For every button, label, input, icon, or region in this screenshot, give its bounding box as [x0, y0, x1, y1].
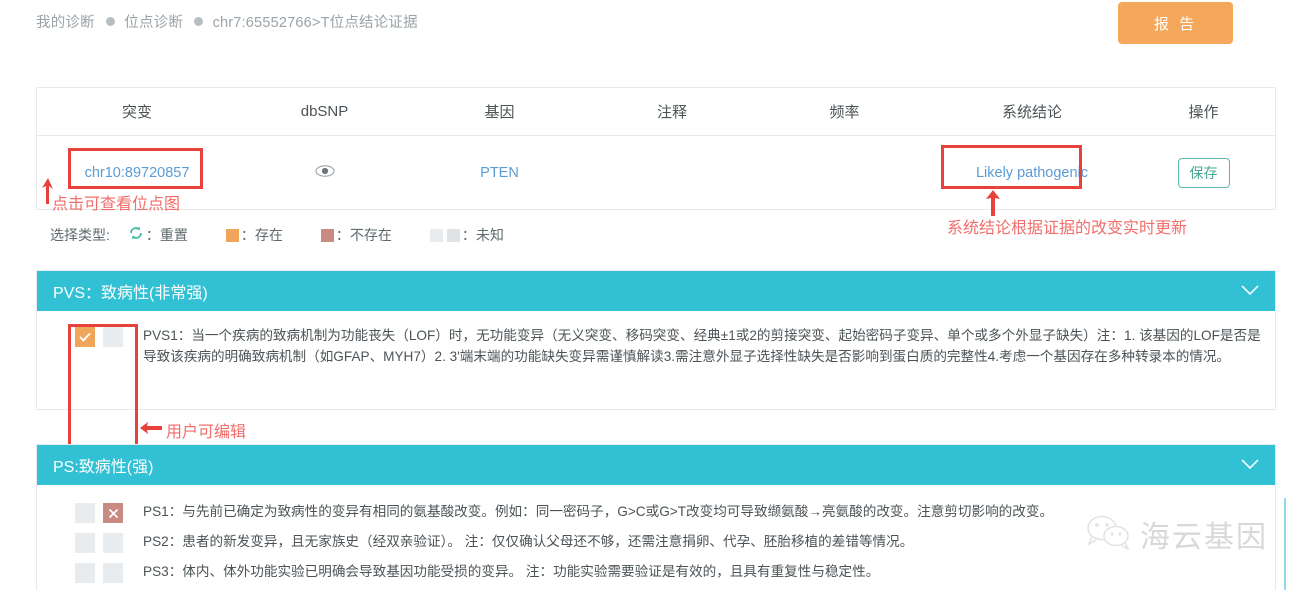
legend-swatch-exist — [225, 228, 239, 242]
breadcrumb-item-1[interactable]: 位点诊断 — [124, 15, 183, 31]
panel-ps: PS:致病性(强) PS1：与先前已确定为致病性的变异有相同的氨基酸改变。例如： — [36, 444, 1276, 590]
column-header-action: 操作 — [1188, 104, 1219, 121]
column-header-frequency: 频率 — [829, 104, 860, 121]
evidence-row-pvs1: PVS1：当一个疾病的致病机制为功能丧失（LOF）时，无功能变异（无义突变、移码… — [37, 325, 1275, 367]
annotation-text-editable: 用户可编辑 — [166, 422, 247, 441]
breadcrumb-separator-icon — [106, 17, 116, 26]
evidence-checkbox-exist[interactable] — [75, 503, 95, 523]
panel-title-ps: PS:致病性(强) — [53, 459, 154, 476]
report-button[interactable]: 报 告 — [1118, 2, 1233, 44]
legend-swatch-unknown-b — [446, 228, 460, 242]
panel-body-pvs: PVS1：当一个疾病的致病机制为功能丧失（LOF）时，无功能变异（无义突变、移码… — [37, 311, 1275, 409]
save-button[interactable]: 保存 — [1177, 157, 1230, 188]
column-header-dbsnp: dbSNP — [300, 103, 349, 120]
legend-item-unknown: ：未知 — [429, 225, 504, 245]
evidence-checkbox-nonexist[interactable] — [103, 533, 123, 553]
right-rule-divider — [1284, 498, 1286, 590]
evidence-state-toggles — [75, 501, 131, 523]
legend-text-unknown: ：未知 — [461, 227, 504, 243]
cell-mutation[interactable]: chr10:89720857 — [37, 163, 237, 183]
evidence-text-ps3: PS3：体内、体外功能实验已明确会导致基因功能受损的变异。 注：功能实验需要验证… — [143, 564, 880, 579]
mutation-table: 突变 dbSNP 基因 注释 频率 系统结论 操作 chr10:89720857… — [36, 87, 1276, 210]
legend-item-nonexist: ：不存在 — [320, 225, 392, 245]
breadcrumb-item-0[interactable]: 我的诊断 — [36, 15, 95, 31]
evidence-state-toggles — [75, 561, 131, 583]
cell-conclusion: Likely pathogenic — [932, 165, 1132, 181]
legend-text-exist: ：存在 — [240, 227, 283, 243]
annotation-text-conclusion: 系统结论根据证据的改变实时更新 — [947, 218, 1188, 237]
legend-item-exist: ：存在 — [225, 225, 283, 245]
evidence-text-ps1: PS1：与先前已确定为致病性的变异有相同的氨基酸改变。例如：同一密码子，G>C或… — [143, 504, 1054, 519]
column-header-mutation: 突变 — [121, 104, 152, 121]
page-root: 我的诊断 位点诊断 chr7:65552766>T位点结论证据 报 告 突变 d… — [0, 0, 1312, 590]
cell-action: 保存 — [1132, 157, 1275, 188]
evidence-checkbox-exist[interactable] — [75, 327, 95, 347]
chevron-down-icon[interactable] — [1241, 457, 1259, 474]
legend-swatch-unknown-a — [429, 228, 443, 242]
eye-icon[interactable] — [314, 164, 335, 178]
cell-dbsnp[interactable] — [237, 164, 412, 182]
evidence-state-toggles — [75, 531, 131, 553]
evidence-row-ps3: PS3：体内、体外功能实验已明确会导致基因功能受损的变异。 注：功能实验需要验证… — [37, 561, 1275, 583]
panel-header-ps[interactable]: PS:致病性(强) — [37, 445, 1275, 485]
evidence-state-toggles — [75, 325, 131, 347]
table-header-row: 突变 dbSNP 基因 注释 频率 系统结论 操作 — [37, 88, 1275, 136]
breadcrumb-item-2[interactable]: chr7:65552766>T位点结论证据 — [213, 15, 418, 31]
annotation-text-mutation: 点击可查看位点图 — [52, 194, 181, 213]
refresh-icon[interactable] — [128, 225, 144, 246]
panel-pvs: PVS：致病性(非常强) PVS1：当一个疾病的致病机制为功能丧失（LOF）时， — [36, 270, 1276, 410]
breadcrumb-separator-icon — [194, 17, 204, 26]
evidence-checkbox-exist[interactable] — [75, 533, 95, 553]
top-bar: 我的诊断 位点诊断 chr7:65552766>T位点结论证据 报 告 — [0, 0, 1312, 58]
legend-item-reset[interactable]: ：重置 — [128, 225, 188, 246]
evidence-checkbox-exist[interactable] — [75, 563, 95, 583]
evidence-text-ps2: PS2：患者的新发变异，且无家族史（经双亲验证）。 注：仅仅确认父母还不够，还需… — [143, 534, 914, 549]
evidence-checkbox-unknown[interactable] — [103, 327, 123, 347]
legend-label: 选择类型: — [50, 227, 110, 243]
evidence-row-ps1: PS1：与先前已确定为致病性的变异有相同的氨基酸改变。例如：同一密码子，G>C或… — [37, 501, 1275, 523]
panel-body-ps: PS1：与先前已确定为致病性的变异有相同的氨基酸改变。例如：同一密码子，G>C或… — [37, 485, 1275, 590]
mutation-position-link[interactable]: chr10:89720857 — [79, 163, 196, 183]
table-row: chr10:89720857 PTEN Likely pathogenic 保存 — [37, 136, 1275, 209]
evidence-row-ps2: PS2：患者的新发变异，且无家族史（经双亲验证）。 注：仅仅确认父母还不够，还需… — [37, 531, 1275, 553]
chevron-down-icon[interactable] — [1241, 283, 1259, 300]
legend-text-nonexist: ：不存在 — [335, 227, 392, 243]
column-header-gene: 基因 — [484, 104, 515, 121]
panel-header-pvs[interactable]: PVS：致病性(非常强) — [37, 271, 1275, 311]
evidence-text-pvs1: PVS1：当一个疾病的致病机制为功能丧失（LOF）时，无功能变异（无义突变、移码… — [143, 328, 1261, 364]
column-header-annotation: 注释 — [656, 104, 687, 121]
column-header-conclusion: 系统结论 — [1001, 104, 1062, 121]
legend-swatch-nonexist — [320, 228, 334, 242]
status-badge: Likely pathogenic — [975, 164, 1089, 181]
legend: 选择类型: ：重置 ：存在 ：不存在 ：未知 — [50, 222, 542, 248]
evidence-checkbox-nonexist[interactable] — [103, 503, 123, 523]
legend-text-reset: ：重置 — [145, 227, 188, 243]
evidence-checkbox-nonexist[interactable] — [103, 563, 123, 583]
annotation-arrow-editable — [140, 420, 162, 441]
cell-gene[interactable]: PTEN — [412, 165, 587, 181]
breadcrumb: 我的诊断 位点诊断 chr7:65552766>T位点结论证据 — [36, 11, 418, 32]
panel-title-pvs: PVS：致病性(非常强) — [53, 285, 208, 302]
